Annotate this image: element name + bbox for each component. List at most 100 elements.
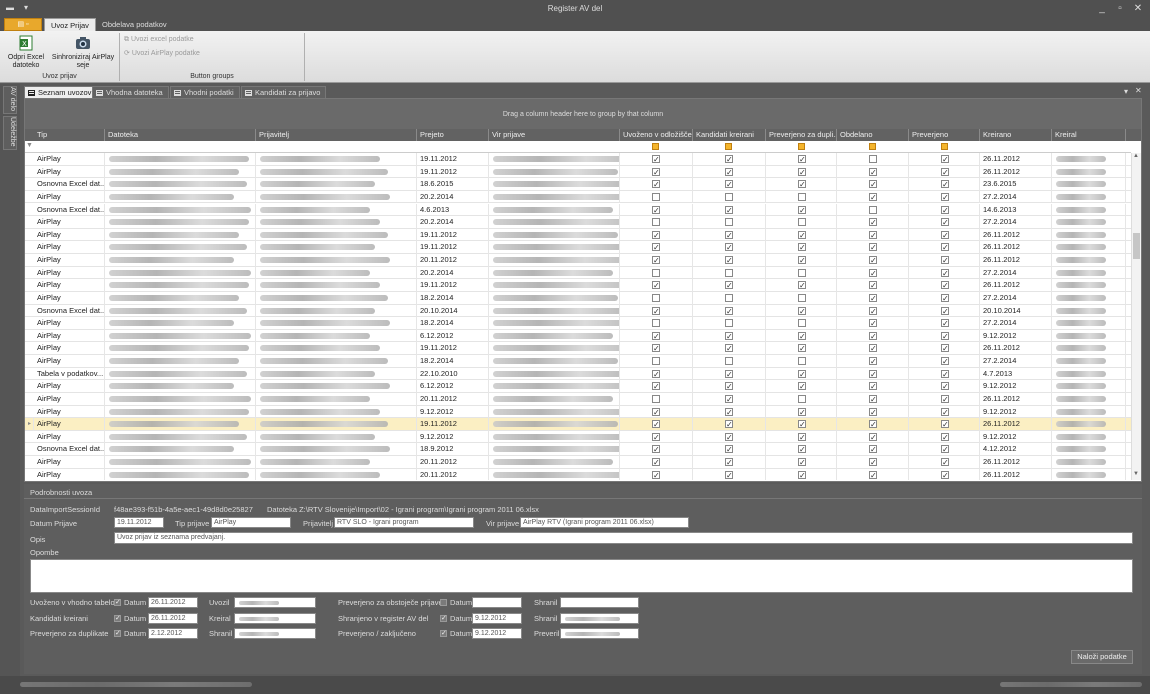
status-checkbox[interactable]: ✓ <box>869 319 877 328</box>
status-checkbox[interactable]: ✓ <box>725 470 733 479</box>
cell-checkbox[interactable]: ✓ <box>837 380 909 393</box>
chevron-down-icon[interactable]: ▾ <box>638 597 639 608</box>
status-checkbox[interactable]: ✓ <box>869 407 877 416</box>
cell-checkbox[interactable]: ✓ <box>837 317 909 330</box>
cell-checkbox[interactable]: ✓ <box>693 241 766 254</box>
cell-checkbox[interactable]: ✓ <box>766 304 837 318</box>
table-row[interactable]: ▸ AirPlay 19.11.2012 ✓ ✓ ✓ ✓ ✓ 26.11.2012 <box>25 418 1131 431</box>
cell-checkbox[interactable]: ✓ <box>766 178 837 191</box>
cell-kreirano[interactable]: 27.2.2014 <box>980 291 1052 305</box>
tab-vhodni-podatki[interactable]: Vhodni podatki <box>170 86 240 98</box>
table-row[interactable]: AirPlay 18.2.2014 ✓ ✓ 27.2.2014 <box>25 317 1131 330</box>
cell-checkbox[interactable]: ✓ <box>766 405 837 419</box>
status-checkbox[interactable]: ✓ <box>652 382 660 391</box>
status-checkbox[interactable]: ✓ <box>941 180 949 189</box>
cell-redacted[interactable] <box>105 241 256 254</box>
status-checkbox[interactable]: ✓ <box>798 155 806 164</box>
cell-checkbox[interactable]: ✓ <box>620 380 693 393</box>
cell-tip[interactable]: AirPlay <box>34 190 105 204</box>
cell-redacted[interactable] <box>256 430 417 444</box>
sync-airplay-button[interactable]: Sinhroniziraj AirPlay seje <box>50 35 116 70</box>
table-row[interactable]: AirPlay 20.2.2014 ✓ ✓ 27.2.2014 <box>25 190 1131 204</box>
datum-field[interactable]: 26.11.2012 ▾ <box>148 597 198 608</box>
cell-redacted[interactable] <box>1052 367 1126 381</box>
cell-redacted[interactable] <box>489 367 620 381</box>
cell-redacted[interactable] <box>489 241 620 254</box>
status-checkbox[interactable]: ✓ <box>652 432 660 441</box>
cell-prejeto[interactable]: 20.10.2014 <box>417 304 489 318</box>
status-checkbox[interactable]: ✓ <box>941 205 949 214</box>
datum-field[interactable]: 9.12.2012 ▾ <box>472 612 522 624</box>
cell-redacted[interactable] <box>1052 165 1126 179</box>
restore-button[interactable]: ▫ <box>1113 2 1127 16</box>
status-checkbox[interactable]: ✓ <box>114 630 121 637</box>
cell-checkbox[interactable]: ✓ <box>620 165 693 179</box>
cell-redacted[interactable] <box>256 456 417 469</box>
cell-checkbox[interactable]: ✓ <box>766 165 837 179</box>
cell-checkbox[interactable]: ✓ <box>620 304 693 318</box>
status-checkbox[interactable]: ✓ <box>798 167 806 176</box>
cell-checkbox[interactable] <box>693 355 766 368</box>
status-checkbox[interactable]: ✓ <box>652 344 660 353</box>
status-checkbox[interactable]: ✓ <box>725 420 733 429</box>
cell-redacted[interactable] <box>256 342 417 356</box>
table-row[interactable]: AirPlay 18.2.2014 ✓ ✓ 27.2.2014 <box>25 355 1131 368</box>
cell-checkbox[interactable]: ✓ <box>693 254 766 267</box>
status-checkbox[interactable] <box>440 599 447 606</box>
status-checkbox[interactable]: ✓ <box>652 369 660 378</box>
status-checkbox[interactable]: ✓ <box>869 167 877 176</box>
cell-prejeto[interactable]: 20.11.2012 <box>417 468 489 480</box>
cell-redacted[interactable] <box>105 456 256 469</box>
status-checkbox[interactable]: ✓ <box>725 243 733 252</box>
status-checkbox[interactable]: ✓ <box>941 470 949 479</box>
status-checkbox[interactable]: ✓ <box>869 218 877 227</box>
cell-redacted[interactable] <box>105 266 256 280</box>
cell-prejeto[interactable]: 20.11.2012 <box>417 254 489 267</box>
table-row[interactable]: Osnovna Excel dat... 18.9.2012 ✓ ✓ ✓ ✓ ✓ 4.12.2… <box>25 443 1131 457</box>
chevron-down-icon[interactable]: ▾ <box>315 597 316 608</box>
tab-close-icon[interactable]: ✕ <box>1135 86 1142 95</box>
cell-redacted[interactable] <box>489 165 620 179</box>
table-row[interactable]: AirPlay 20.2.2014 ✓ ✓ 27.2.2014 <box>25 266 1131 280</box>
cell-checkbox[interactable]: ✓ <box>620 443 693 457</box>
cell-redacted[interactable] <box>1052 291 1126 305</box>
cell-redacted[interactable] <box>489 380 620 393</box>
datum-field[interactable]: ▾ <box>472 597 522 608</box>
cell-redacted[interactable] <box>256 190 417 204</box>
scroll-up-icon[interactable]: ▲ <box>1133 153 1139 159</box>
cell-kreirano[interactable]: 26.11.2012 <box>980 241 1052 254</box>
status-checkbox[interactable] <box>652 319 660 328</box>
status-checkbox[interactable]: ✓ <box>941 382 949 391</box>
cell-prejeto[interactable]: 20.11.2012 <box>417 456 489 469</box>
user-field[interactable]: ▾ <box>560 612 639 624</box>
cell-prejeto[interactable]: 18.2.2014 <box>417 355 489 368</box>
status-checkbox[interactable]: ✓ <box>725 180 733 189</box>
cell-redacted[interactable] <box>1052 392 1126 406</box>
cell-redacted[interactable] <box>105 430 256 444</box>
cell-redacted[interactable] <box>256 380 417 393</box>
grid-vertical-scrollbar[interactable]: ▲ ▼ <box>1131 153 1141 480</box>
datum-field[interactable]: 26.11.2012 ▾ <box>148 612 198 624</box>
chevron-down-icon[interactable]: ▾ <box>290 517 291 528</box>
cell-checkbox[interactable]: ✓ <box>837 266 909 280</box>
cell-redacted[interactable] <box>256 279 417 292</box>
cell-redacted[interactable] <box>489 468 620 480</box>
cell-tip[interactable]: AirPlay <box>34 380 105 393</box>
cell-redacted[interactable] <box>256 443 417 457</box>
cell-checkbox[interactable]: ✓ <box>909 216 980 229</box>
cell-prejeto[interactable]: 19.11.2012 <box>417 342 489 356</box>
cell-checkbox[interactable]: ✓ <box>837 329 909 343</box>
cell-redacted[interactable] <box>256 317 417 330</box>
chevron-down-icon[interactable]: ▾ <box>688 517 689 528</box>
cell-redacted[interactable] <box>256 216 417 229</box>
table-row[interactable]: AirPlay 6.12.2012 ✓ ✓ ✓ ✓ ✓ 9.12.2012 <box>25 380 1131 393</box>
table-row[interactable]: AirPlay 18.2.2014 ✓ ✓ 27.2.2014 <box>25 291 1131 305</box>
cell-kreirano[interactable]: 26.11.2012 <box>980 279 1052 292</box>
cell-checkbox[interactable] <box>766 392 837 406</box>
cell-redacted[interactable] <box>489 342 620 356</box>
cell-checkbox[interactable]: ✓ <box>693 405 766 419</box>
cell-redacted[interactable] <box>1052 241 1126 254</box>
chevron-down-icon[interactable]: ▾ <box>521 628 522 639</box>
status-checkbox[interactable]: ✓ <box>652 445 660 454</box>
cell-checkbox[interactable]: ✓ <box>766 153 837 166</box>
